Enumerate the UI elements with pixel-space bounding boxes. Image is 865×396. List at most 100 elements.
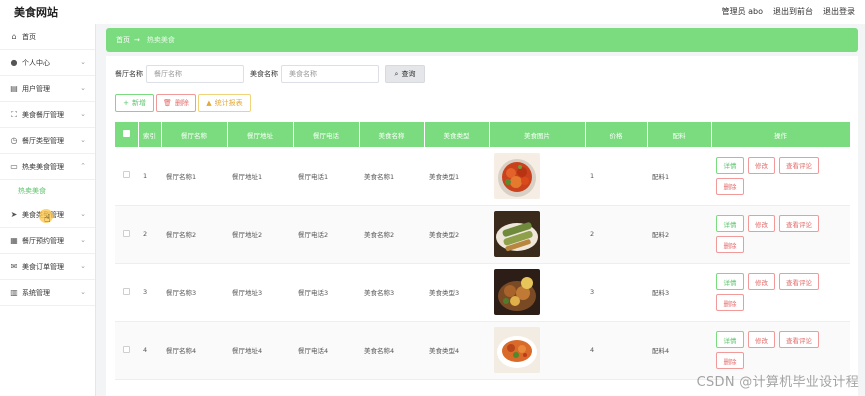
food-name-input[interactable]: 美食名称 xyxy=(281,65,379,83)
detail-button[interactable]: 详情 xyxy=(716,331,744,348)
cell-price: 2 xyxy=(585,205,647,264)
sidebar-subitem-hot-foods[interactable]: 热卖美食 xyxy=(0,180,95,202)
sidebar-item-label: 首页 xyxy=(22,32,36,41)
food-image xyxy=(494,269,540,315)
sidebar-item-profile[interactable]: ● 个人中心 ⌄ xyxy=(0,50,95,76)
select-all-checkbox-cell[interactable] xyxy=(115,122,139,147)
sidebar-item-system[interactable]: ▥ 系统管理 ⌄ xyxy=(0,280,95,306)
row-checkbox[interactable] xyxy=(123,287,130,295)
cell-restaurant-name: 餐厅名称1 xyxy=(161,147,227,206)
sidebar-item-label: 个人中心 xyxy=(22,58,50,67)
user-icon: ● xyxy=(10,58,18,67)
row-checkbox[interactable] xyxy=(123,345,130,353)
select-all-checkbox[interactable] xyxy=(122,130,130,137)
sidebar-item-home[interactable]: ⌂ 首页 xyxy=(0,24,95,50)
row-checkbox[interactable] xyxy=(123,229,130,237)
plus-icon: + xyxy=(123,99,129,107)
restaurant-name-input[interactable]: 餐厅名称 xyxy=(146,65,244,83)
cell-restaurant-name: 餐厅名称4 xyxy=(161,321,227,380)
detail-button[interactable]: 详情 xyxy=(716,273,744,290)
stats-report-button[interactable]: ▲ 统计报表 xyxy=(198,94,251,112)
cell-index: 3 xyxy=(138,263,161,322)
row-checkbox-cell[interactable] xyxy=(115,263,138,322)
add-button[interactable]: + 新增 xyxy=(115,94,154,112)
row-checkbox-cell[interactable] xyxy=(115,321,138,380)
sidebar-item-hot-foods[interactable]: ▭ 热卖美食管理 ⌃ xyxy=(0,154,95,180)
sidebar-item-users[interactable]: ▤ 用户管理 ⌄ xyxy=(0,76,95,102)
view-reviews-button[interactable]: 查看评论 xyxy=(779,215,819,232)
exit-to-front-link[interactable]: 退出到前台 xyxy=(773,6,813,17)
cell-ingredients: 配料1 xyxy=(647,147,711,206)
cell-restaurant-name: 餐厅名称2 xyxy=(161,205,227,264)
expand-icon: ⛶ xyxy=(11,109,17,119)
table-row: 1 餐厅名称1 餐厅地址1 餐厅电话1 美食名称1 美食类型1 1 配料1 详情… xyxy=(115,147,850,206)
food-image xyxy=(494,327,540,373)
edit-button[interactable]: 修改 xyxy=(748,215,775,232)
column-header[interactable]: 价格 xyxy=(585,122,648,147)
column-header[interactable]: 美食名称 xyxy=(359,122,425,147)
edit-button[interactable]: 修改 xyxy=(748,273,775,290)
column-header[interactable]: 餐厅电话 xyxy=(293,122,360,147)
column-header[interactable]: 美食类型 xyxy=(424,122,490,147)
table-row: 2 餐厅名称2 餐厅地址2 餐厅电话2 美食名称2 美食类型2 2 配料2 详情… xyxy=(115,205,850,264)
sidebar-item-reservations[interactable]: ▦ 餐厅预约管理 ⌄ xyxy=(0,228,95,254)
delete-button[interactable]: 删除 xyxy=(716,177,744,195)
delete-button[interactable]: 删除 xyxy=(716,352,744,369)
delete-button[interactable]: 删除 xyxy=(716,294,744,311)
sidebar-item-orders[interactable]: ✉ 美食订单管理 ⌄ xyxy=(0,254,95,280)
column-header[interactable]: 餐厅地址 xyxy=(227,122,294,147)
delete-button-label: 删除 xyxy=(174,99,189,107)
column-header[interactable]: 配料 xyxy=(647,122,712,147)
column-header[interactable]: 餐厅名称 xyxy=(161,122,228,147)
cell-food-type: 美食类型2 xyxy=(424,205,489,264)
view-reviews-button[interactable]: 查看评论 xyxy=(779,331,819,348)
view-reviews-button[interactable]: 查看评论 xyxy=(779,156,819,174)
chevron-down-icon: ⌄ xyxy=(80,84,86,92)
sidebar-item-restaurant-types[interactable]: ◷ 餐厅类型管理 ⌄ xyxy=(0,128,95,154)
cell-food-image xyxy=(489,321,585,380)
cell-restaurant-phone: 餐厅电话2 xyxy=(293,205,359,264)
cell-food-type: 美食类型3 xyxy=(424,263,489,322)
current-user: 管理员 abo xyxy=(721,7,763,16)
detail-button[interactable]: 详情 xyxy=(716,156,744,174)
view-reviews-button[interactable]: 查看评论 xyxy=(779,273,819,290)
document-icon: ▤ xyxy=(10,84,18,93)
row-checkbox-cell[interactable] xyxy=(115,205,138,264)
row-checkbox[interactable] xyxy=(123,171,130,179)
breadcrumb-home[interactable]: 首页 xyxy=(116,35,130,45)
search-icon: ⌕ xyxy=(394,69,399,78)
cell-food-type: 美食类型1 xyxy=(424,147,489,206)
edit-button[interactable]: 修改 xyxy=(748,331,775,348)
chevron-down-icon: ⌄ xyxy=(80,110,86,118)
cell-food-image xyxy=(489,205,585,264)
chevron-down-icon: ⌄ xyxy=(80,136,86,144)
edit-button[interactable]: 修改 xyxy=(748,156,775,174)
sidebar-item-restaurants[interactable]: ⛶ 美食餐厅管理 ⌄ xyxy=(0,102,95,128)
cell-restaurant-name: 餐厅名称3 xyxy=(161,263,227,322)
cell-price: 1 xyxy=(585,147,647,206)
cell-ingredients: 配料3 xyxy=(647,263,711,322)
delete-button[interactable]: 删除 xyxy=(716,236,744,253)
cell-ingredients: 配料2 xyxy=(647,205,711,264)
cell-operations: 详情 修改 查看评论 删除 xyxy=(711,205,850,264)
chevron-up-icon: ⌃ xyxy=(80,162,86,170)
cell-restaurant-phone: 餐厅电话3 xyxy=(293,263,359,322)
send-icon: ➤ xyxy=(10,210,18,219)
stats-button-label: 统计报表 xyxy=(214,99,243,107)
batch-delete-button[interactable]: 🗑 删除 xyxy=(156,94,196,112)
home-icon: ⌂ xyxy=(11,32,17,41)
breadcrumb: 首页 → 热卖美食 xyxy=(106,28,858,52)
search-button[interactable]: ⌕ 查询 xyxy=(385,65,425,83)
cell-food-image xyxy=(489,263,585,322)
action-bar: + 新增 🗑 删除 ▲ 统计报表 xyxy=(115,94,251,112)
cell-index: 4 xyxy=(138,321,161,380)
cell-restaurant-phone: 餐厅电话1 xyxy=(293,147,359,206)
sidebar-item-label: 餐厅预约管理 xyxy=(22,236,64,245)
main-content: 餐厅名称 餐厅名称 美食名称 美食名称 ⌕ 查询 + 新增 🗑 删除 ▲ 统计报… xyxy=(106,56,858,396)
detail-button[interactable]: 详情 xyxy=(716,215,744,232)
logout-link[interactable]: 退出登录 xyxy=(823,6,855,17)
row-checkbox-cell[interactable] xyxy=(115,147,138,206)
breadcrumb-current: 热卖美食 xyxy=(146,36,175,44)
search-form: 餐厅名称 餐厅名称 美食名称 美食名称 ⌕ 查询 xyxy=(115,65,425,83)
cell-food-type: 美食类型4 xyxy=(424,321,489,380)
